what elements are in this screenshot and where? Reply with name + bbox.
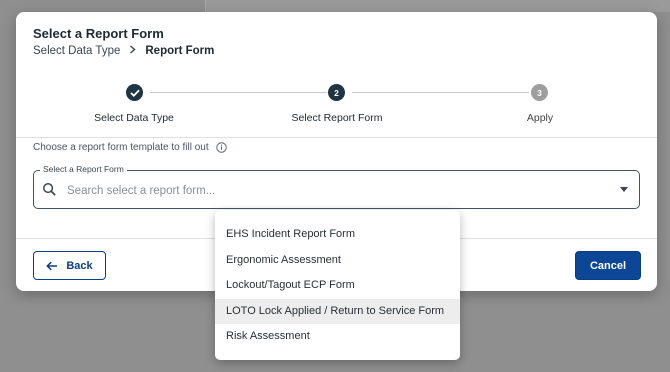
step-connector-1 [150, 92, 327, 93]
search-icon [43, 183, 56, 196]
step-label-select-data-type: Select Data Type [94, 112, 174, 124]
select-field-label: Select a Report Form [40, 164, 127, 174]
caret-down-icon[interactable] [620, 187, 628, 192]
dropdown-option[interactable]: Ergonomic Assessment [215, 248, 460, 274]
info-icon[interactable] [215, 142, 227, 153]
check-icon [129, 89, 140, 97]
step-2-indicator: 2 [328, 84, 345, 101]
step-1-indicator [126, 84, 143, 101]
stepper-divider [16, 137, 657, 138]
breadcrumb-item-data-type[interactable]: Select Data Type [33, 45, 120, 57]
report-form-dropdown: EHS Incident Report Form Ergonomic Asses… [215, 210, 460, 360]
breadcrumb-item-report-form: Report Form [145, 45, 215, 57]
dropdown-option-highlighted[interactable]: LOTO Lock Applied / Return to Service Fo… [215, 298, 460, 325]
step-connector-2 [352, 92, 529, 93]
dialog-title: Select a Report Form [33, 26, 164, 41]
back-button[interactable]: Back [33, 251, 106, 280]
breadcrumb: Select Data Type Report Form [33, 45, 214, 57]
helper-text: Choose a report form template to fill ou… [33, 142, 227, 153]
step-label-select-report-form: Select Report Form [291, 112, 383, 124]
dropdown-option[interactable]: EHS Incident Report Form [215, 222, 460, 248]
cancel-button-label: Cancel [589, 259, 627, 272]
dropdown-option[interactable]: Risk Assessment [215, 324, 460, 350]
helper-text-label: Choose a report form template to fill ou… [33, 142, 209, 153]
report-form-search-input[interactable] [65, 180, 589, 202]
cancel-button[interactable]: Cancel [575, 251, 641, 280]
report-form-select[interactable]: Select a Report Form [33, 164, 640, 209]
step-label-apply: Apply [526, 112, 554, 124]
background-panel [205, 0, 670, 12]
back-button-label: Back [66, 259, 93, 272]
step-3-indicator: 3 [531, 84, 548, 101]
chevron-right-icon [129, 45, 136, 57]
dropdown-option[interactable]: Lockout/Tagout ECP Form [215, 273, 460, 299]
arrow-left-icon [46, 261, 58, 270]
